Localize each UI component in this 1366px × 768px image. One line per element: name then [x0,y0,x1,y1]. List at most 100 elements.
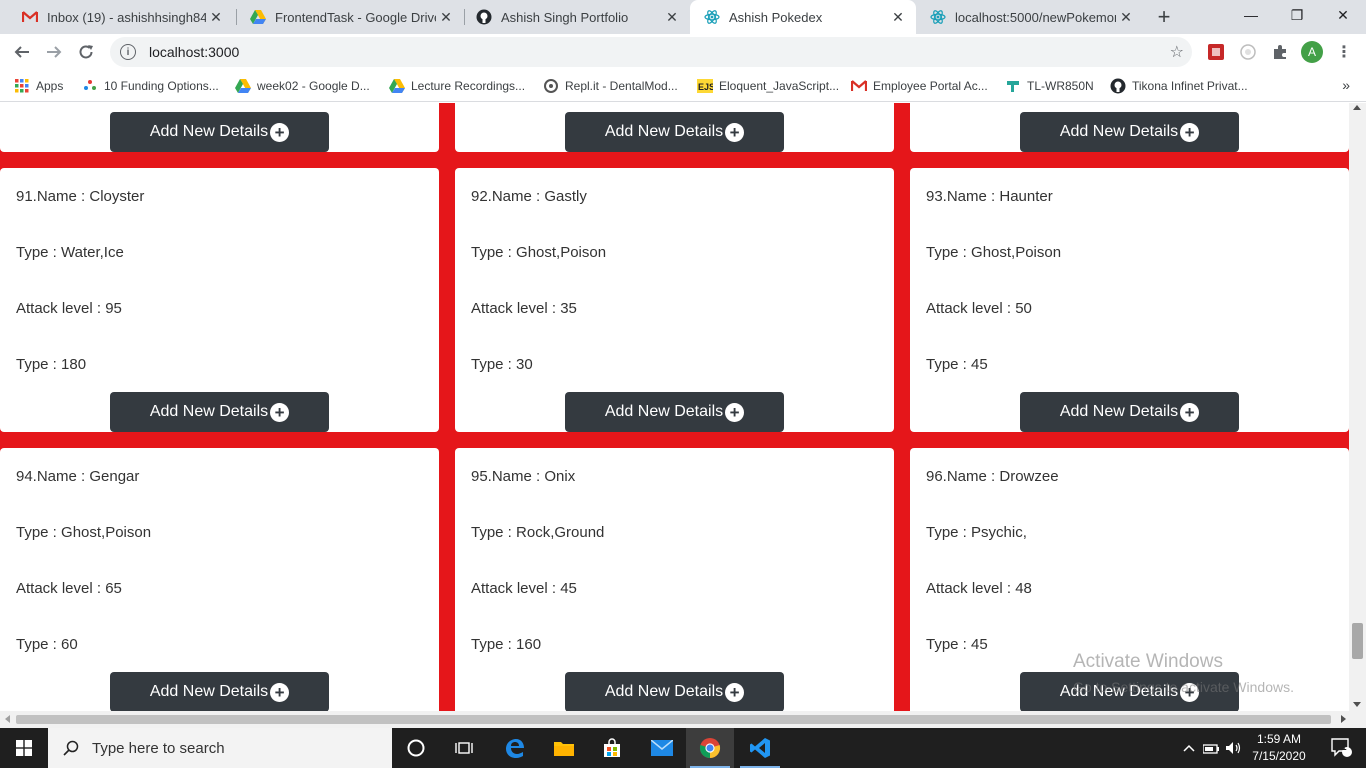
notification-count-badge: 1 [1341,742,1347,753]
add-new-details-button[interactable]: Add New Details + [110,672,329,711]
drive-icon [389,78,405,94]
tab-close-icon[interactable]: ✕ [436,7,456,27]
add-new-details-button[interactable]: Add New Details + [1020,112,1239,152]
microsoft-store-taskbar[interactable] [588,728,636,768]
maximize-button[interactable]: ❐ [1274,0,1320,30]
profile-avatar[interactable]: A [1301,41,1323,63]
pokemon-stat: Type : 60 [16,636,78,653]
scroll-left-arrow-icon[interactable] [5,715,10,723]
bookmark-tikona[interactable]: Tikona Infinet Privat... [1110,76,1248,96]
pokemon-card: 95.Name : Onix Type : Rock,Ground Attack… [455,448,894,711]
bookmarks-overflow-icon[interactable]: » [1342,77,1350,93]
new-tab-button[interactable]: + [1152,4,1176,29]
show-hidden-icons[interactable] [1180,728,1198,768]
github-icon [476,9,492,25]
back-button[interactable] [8,38,36,66]
pokemon-name: 96.Name : Drowzee [926,468,1059,485]
pokemon-attack-level: Attack level : 35 [471,300,577,317]
pokemon-type: Type : Ghost,Poison [16,524,152,541]
pokemon-attack-level: Attack level : 95 [16,300,122,317]
react-icon [704,9,720,25]
bookmark-week02[interactable]: week02 - Google D... [235,76,370,96]
pokemon-stat: Type : 45 [926,356,988,373]
reload-icon [79,45,93,59]
network-status[interactable] [1202,728,1222,768]
cortana-button[interactable] [392,728,440,768]
folder-icon [554,742,574,756]
tab-close-icon[interactable]: ✕ [662,7,682,27]
system-clock[interactable]: 1:59 AM 7/15/2020 [1244,731,1314,765]
bookmark-label: Lecture Recordings... [411,79,526,93]
address-bar[interactable]: i localhost:3000 ☆ [110,37,1192,67]
edge-browser-taskbar[interactable] [490,728,538,768]
pokemon-type: Type : Psychic, [926,524,1027,541]
scroll-up-arrow-icon[interactable] [1353,105,1361,110]
vertical-scroll-thumb[interactable] [1352,623,1363,659]
bookmark-lecture-recordings[interactable]: Lecture Recordings... [389,76,525,96]
pokemon-card: 91.Name : Cloyster Type : Water,Ice Atta… [0,168,439,432]
windows-taskbar: Type here to search 1:59 AM 7/15/2020 1 [0,728,1366,768]
file-explorer-taskbar[interactable] [540,728,588,768]
add-new-details-button[interactable]: Add New Details + [1020,672,1239,711]
bookmark-eloquent-js[interactable]: EJS Eloquent_JavaScript... [697,76,839,96]
tab-close-icon[interactable]: ✕ [1116,7,1136,27]
minimize-button[interactable]: — [1228,0,1274,30]
bookmark-employee-portal[interactable]: Employee Portal Ac... [851,76,988,96]
site-info-icon[interactable]: i [120,44,136,60]
tab-close-icon[interactable]: ✕ [206,7,226,27]
scroll-down-arrow-icon[interactable] [1353,702,1361,707]
github-icon [1110,78,1126,94]
tab-ashish-pokedex[interactable]: Ashish Pokedex ✕ [690,0,916,34]
bookmark-label: 10 Funding Options... [104,79,219,93]
vscode-taskbar[interactable] [736,728,784,768]
add-new-details-button[interactable]: Add New Details + [1020,392,1239,432]
tab-new-pokemon[interactable]: localhost:5000/newPokemon ✕ [916,0,1144,34]
bookmark-star-icon[interactable]: ☆ [1170,42,1184,62]
plus-circle-icon: + [270,682,290,702]
pokemon-card-partial: Add New Details + [455,103,894,152]
forward-button[interactable] [40,38,68,66]
add-new-details-button[interactable]: Add New Details + [565,112,784,152]
horizontal-scroll-thumb[interactable] [16,715,1331,724]
button-label: Add New Details [604,123,724,140]
react-icon [930,9,946,25]
pokemon-attack-level: Attack level : 65 [16,580,122,597]
reload-button[interactable] [72,38,100,66]
bookmark-funding[interactable]: 10 Funding Options... [82,76,219,96]
network-icon [1203,744,1219,754]
plus-circle-icon: + [725,122,745,142]
action-center-button[interactable]: 1 [1318,728,1366,768]
browser-menu-icon[interactable]: ⋮ [1336,42,1352,62]
edge-icon [506,739,524,758]
add-new-details-button[interactable]: Add New Details + [110,112,329,152]
pokemon-type: Type : Water,Ice [16,244,124,261]
clock-time: 1:59 AM [1256,732,1302,746]
start-button[interactable] [0,728,48,768]
extension-icon[interactable] [1238,42,1258,62]
bookmark-apps[interactable]: Apps [14,76,63,96]
task-view-button[interactable] [440,728,488,768]
extension-icon[interactable] [1206,42,1226,62]
tab-google-drive[interactable]: FrontendTask - Google Drive ✕ [236,0,464,34]
pokemon-attack-level: Attack level : 45 [471,580,577,597]
tab-portfolio[interactable]: Ashish Singh Portfolio ✕ [462,0,690,34]
volume-control[interactable] [1224,728,1244,768]
bookmark-tl-wr850n[interactable]: TL-WR850N [1005,76,1094,96]
tab-gmail-inbox[interactable]: Inbox (19) - ashishhsingh84@g ✕ [8,0,234,34]
chrome-taskbar[interactable] [686,728,734,768]
vertical-scrollbar[interactable] [1349,103,1366,711]
scroll-right-arrow-icon[interactable] [1341,715,1346,723]
mail-taskbar[interactable] [638,728,686,768]
close-window-button[interactable]: ✕ [1320,0,1366,30]
add-new-details-button[interactable]: Add New Details + [565,672,784,711]
add-new-details-button[interactable]: Add New Details + [565,392,784,432]
pokemon-name: 92.Name : Gastly [471,188,587,205]
tab-close-icon[interactable]: ✕ [888,7,908,27]
extensions-puzzle-icon[interactable] [1270,42,1290,62]
replit-icon [543,78,559,94]
pokemon-type: Type : Rock,Ground [471,524,605,541]
taskbar-search-box[interactable]: Type here to search [48,728,392,768]
bookmark-replit[interactable]: Repl.it - DentalMod... [543,76,678,96]
horizontal-scrollbar[interactable] [0,711,1366,728]
add-new-details-button[interactable]: Add New Details + [110,392,329,432]
